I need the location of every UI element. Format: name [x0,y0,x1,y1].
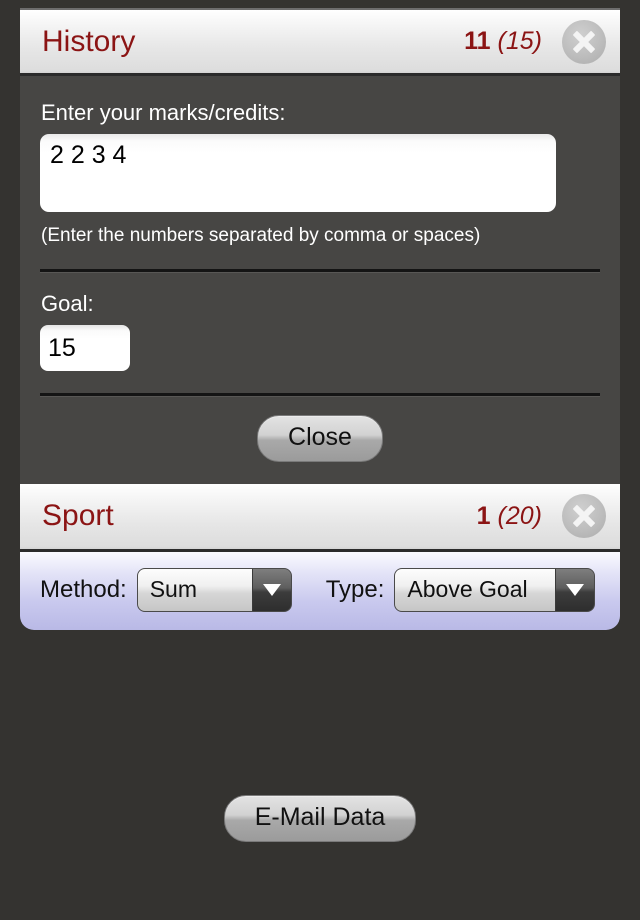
type-select[interactable]: Above Goal [394,567,596,612]
chevron-down-icon [555,568,595,611]
marks-input[interactable] [40,134,556,212]
panel-header-history: History 11 (15) [20,8,620,76]
marks-hint: (Enter the numbers separated by comma or… [41,225,481,246]
close-icon[interactable] [562,19,606,64]
status-badge-sport: 1 (20) [477,502,542,531]
method-select-value: Sum [137,568,252,611]
method-label: Method: [40,575,127,603]
panel-history: History 11 (15) Enter your marks/credits… [20,8,620,484]
page-title: History [42,24,136,58]
type-select-value: Above Goal [395,568,556,611]
count-current: 1 [476,501,491,530]
goal-label: Goal: [41,291,94,316]
method-select[interactable]: Sum [136,567,292,612]
panel-sport: Sport 1 (20) Method: Sum Type: Above Goa… [20,483,620,630]
type-label: Type: [325,575,385,603]
panel-title-sport: Sport [42,499,114,533]
marks-label: Enter your marks/credits: [41,100,286,125]
email-data-button[interactable]: E-Mail Data [223,795,417,842]
panel-header-sport: Sport 1 (20) [20,483,620,552]
method-group: Method: Sum [40,567,292,612]
divider-bottom [40,393,600,397]
close-icon[interactable] [562,494,606,539]
goal-input[interactable] [40,325,130,371]
close-button-row: Close [40,415,600,462]
options-band-sport: Method: Sum Type: Above Goal [20,551,620,630]
count-current: 11 [464,27,491,55]
divider-top [40,269,600,273]
panel-stack: History 11 (15) Enter your marks/credits… [20,8,620,630]
type-group: Type: Above Goal [325,567,596,612]
count-goal: (15) [497,27,542,55]
email-button-row: E-Mail Data [0,795,640,842]
close-button[interactable]: Close [257,415,383,462]
panel-body-history: Enter your marks/credits: (Enter the num… [20,76,620,484]
count-goal: (20) [497,501,542,530]
status-badge-history: 11 (15) [464,27,542,56]
chevron-down-icon [251,568,291,611]
